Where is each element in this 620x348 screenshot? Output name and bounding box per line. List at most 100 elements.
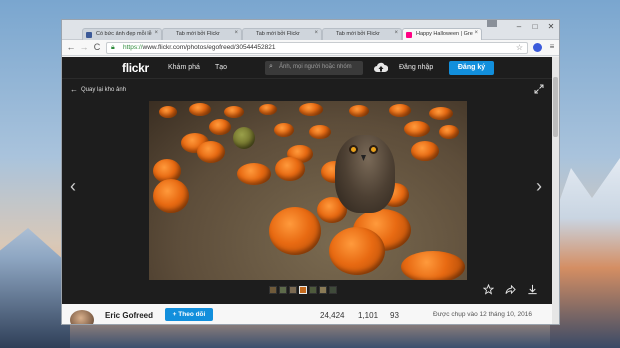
tab-close-icon[interactable]: ×	[474, 30, 478, 36]
share-arrow-icon[interactable]	[505, 284, 516, 295]
url-scheme: https://	[123, 44, 143, 51]
search-icon: ⌕	[269, 63, 273, 70]
previous-photo-arrow[interactable]: ‹	[70, 176, 76, 197]
tab-active[interactable]: Happy Halloween | Gre ×	[402, 28, 482, 40]
expand-icon[interactable]	[534, 84, 544, 94]
tab[interactable]: Tab mới bởi Flickr ×	[162, 28, 242, 40]
pumpkin	[275, 157, 305, 181]
faves-count: 1,101	[358, 311, 379, 320]
profile-avatar-icon[interactable]	[533, 43, 542, 52]
bookmark-star-icon[interactable]: ☆	[516, 43, 523, 52]
tab-strip: – □ ✕ Có bức ảnh đẹp mỗi lễ × Tab mới bởi …	[62, 20, 559, 40]
pumpkin	[209, 119, 231, 135]
tab-favicon-icon	[406, 32, 412, 38]
pumpkin	[269, 207, 321, 255]
owl-beak	[361, 155, 366, 161]
owner-avatar[interactable]	[70, 310, 94, 324]
owl-eye	[349, 145, 358, 154]
upload-cloud-icon[interactable]	[374, 62, 388, 74]
main-photo[interactable]	[149, 101, 467, 280]
next-photo-arrow[interactable]: ›	[536, 176, 542, 197]
views-count: 24,424	[320, 311, 345, 320]
tab-close-icon[interactable]: ×	[314, 30, 318, 36]
tab-label: Tab mới bởi Flickr	[176, 31, 220, 37]
thumbnail[interactable]	[329, 286, 337, 294]
menu-icon[interactable]: ≡	[547, 42, 557, 51]
tab[interactable]: Có bức ảnh đẹp mỗi lễ ×	[82, 28, 162, 40]
thumbnail[interactable]	[279, 286, 287, 294]
pumpkin	[233, 127, 255, 149]
nav-create[interactable]: Tạo	[215, 64, 227, 71]
login-link[interactable]: Đăng nhập	[399, 64, 433, 71]
tab[interactable]: Tab mới bởi Flickr ×	[242, 28, 322, 40]
back-label: Quay lại kho ảnh	[81, 87, 127, 93]
pumpkin	[259, 104, 277, 115]
address-bar[interactable]: 🔒︎ https://www.flickr.com/photos/egofree…	[106, 42, 528, 54]
pumpkin	[389, 104, 411, 117]
photostream-thumbnails	[269, 286, 337, 295]
tab-close-icon[interactable]: ×	[234, 30, 238, 36]
pumpkin	[411, 141, 439, 161]
search-input[interactable]: ⌕ Ảnh, mọi người hoặc nhóm	[265, 61, 363, 75]
flickr-navbar: flickr Khám phá Tạo ⌕ Ảnh, mọi người hoặ…	[62, 57, 559, 79]
thumbnail[interactable]	[289, 286, 297, 294]
favorite-star-icon[interactable]	[483, 284, 494, 295]
desktop-wallpaper-right	[550, 158, 620, 348]
pumpkin	[309, 125, 331, 139]
pumpkin	[404, 121, 430, 137]
tab-favicon-icon	[246, 32, 252, 38]
scrollbar-thumb[interactable]	[553, 77, 558, 137]
profile-chip[interactable]	[487, 20, 497, 27]
tab-label: Có bức ảnh đẹp mỗi lễ	[96, 31, 152, 37]
download-icon[interactable]	[527, 284, 538, 295]
search-placeholder: Ảnh, mọi người hoặc nhóm	[279, 64, 352, 70]
tab-label: Tab mới bởi Flickr	[336, 31, 380, 37]
tab-label: Tab mới bởi Flickr	[256, 31, 300, 37]
lock-icon: 🔒︎	[111, 44, 115, 51]
forward-button[interactable]: →	[78, 42, 90, 52]
comments-count: 93	[390, 311, 399, 320]
url-text: www.flickr.com/photos/egofreed/305444528…	[142, 44, 276, 51]
pumpkin	[153, 179, 189, 213]
tab-close-icon[interactable]: ×	[394, 30, 398, 36]
pumpkin	[429, 107, 453, 120]
thumbnail[interactable]	[269, 286, 277, 294]
pumpkin	[401, 251, 465, 280]
pumpkin	[197, 141, 225, 163]
thumbnail[interactable]	[309, 286, 317, 294]
owl	[335, 135, 395, 213]
owl-eye	[369, 145, 378, 154]
desktop-wallpaper-left	[0, 228, 70, 348]
tab-label: Happy Halloween | Gre	[416, 31, 473, 37]
tab-favicon-icon	[326, 32, 332, 38]
page-scrollbar[interactable]	[552, 57, 559, 324]
browser-window: – □ ✕ Có bức ảnh đẹp mỗi lễ × Tab mới bởi …	[61, 19, 560, 325]
pumpkin	[439, 125, 459, 139]
pumpkin	[274, 123, 294, 137]
pumpkin	[299, 103, 323, 116]
close-window-button[interactable]: ✕	[542, 22, 559, 31]
arrow-left-icon: ←	[70, 85, 78, 94]
tab-favicon-icon	[166, 32, 172, 38]
pumpkin	[189, 103, 211, 116]
pumpkin	[237, 163, 271, 185]
back-button[interactable]: ←	[65, 42, 77, 52]
taken-date: Được chụp vào 12 tháng 10, 2016	[433, 311, 532, 318]
pumpkin	[349, 105, 369, 117]
back-to-photostream-link[interactable]: ← Quay lại kho ảnh	[70, 85, 126, 94]
nav-explore[interactable]: Khám phá	[168, 64, 200, 71]
pumpkin	[159, 106, 177, 118]
thumbnail-current[interactable]	[299, 286, 307, 294]
photo-info-bar: Eric Gofreed + Theo dõi 24,424 1,101 93 …	[62, 304, 559, 324]
reload-button[interactable]: C	[91, 42, 103, 52]
follow-button[interactable]: + Theo dõi	[165, 308, 213, 321]
tab-close-icon[interactable]: ×	[154, 30, 158, 36]
browser-toolbar: ← → C 🔒︎ https://www.flickr.com/photos/e…	[62, 40, 559, 56]
flickr-logo[interactable]: flickr	[122, 61, 149, 75]
pumpkin	[329, 227, 385, 275]
tab[interactable]: Tab mới bởi Flickr ×	[322, 28, 402, 40]
flickr-page: flickr Khám phá Tạo ⌕ Ảnh, mọi người hoặ…	[62, 57, 559, 324]
owner-name[interactable]: Eric Gofreed	[105, 311, 153, 320]
signup-button[interactable]: Đăng ký	[449, 61, 494, 75]
thumbnail[interactable]	[319, 286, 327, 294]
